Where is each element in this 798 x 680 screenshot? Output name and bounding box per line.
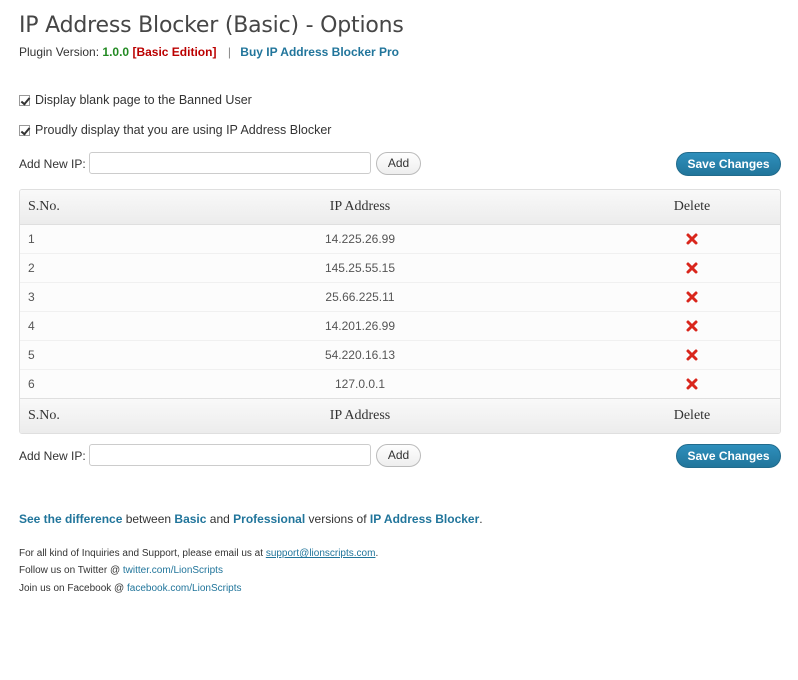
page-title: IP Address Blocker (Basic) - Options: [19, 13, 404, 38]
option-label: Proudly display that you are using IP Ad…: [35, 123, 332, 137]
row-sno: 5: [20, 340, 116, 369]
column-header-sno: S.No.: [20, 190, 116, 225]
compare-versions-line: See the difference between Basic and Pro…: [19, 512, 483, 526]
row-ip: 14.225.26.99: [116, 225, 604, 253]
diff-text: and: [206, 512, 234, 526]
product-name: IP Address Blocker: [369, 512, 480, 526]
row-sno: 3: [20, 282, 116, 311]
row-ip: 127.0.0.1: [116, 369, 604, 398]
see-difference-link[interactable]: See the difference: [19, 512, 122, 526]
column-footer-ip: IP Address: [116, 398, 604, 433]
table-footer-row: S.No. IP Address Delete: [20, 398, 780, 433]
delete-icon[interactable]: [685, 377, 699, 391]
professional-word: Professional: [233, 512, 306, 526]
row-sno: 4: [20, 311, 116, 340]
facebook-text: Join us on Facebook @: [19, 583, 127, 594]
diff-end: .: [479, 512, 483, 526]
diff-text: versions of: [305, 512, 370, 526]
plugin-version-line: Plugin Version: 1.0.0 [Basic Edition] | …: [19, 45, 399, 59]
twitter-text: Follow us on Twitter @: [19, 565, 123, 576]
support-end: .: [375, 548, 379, 559]
delete-cell: [604, 311, 780, 340]
option-proudly-display[interactable]: Proudly display that you are using IP Ad…: [19, 123, 331, 137]
table-row: 4 14.201.26.99: [20, 311, 780, 340]
twitter-link[interactable]: twitter.com/LionScripts: [123, 565, 223, 576]
delete-icon[interactable]: [685, 319, 699, 333]
delete-cell: [604, 253, 780, 282]
delete-icon[interactable]: [685, 290, 699, 304]
row-ip: 25.66.225.11: [116, 282, 604, 311]
facebook-link[interactable]: facebook.com/LionScripts: [127, 583, 242, 594]
column-header-ip: IP Address: [116, 190, 604, 225]
delete-cell: [604, 225, 780, 253]
row-ip: 14.201.26.99: [116, 311, 604, 340]
option-blank-page[interactable]: Display blank page to the Banned User: [19, 93, 252, 107]
row-sno: 1: [20, 225, 116, 253]
table-row: 5 54.220.16.13: [20, 340, 780, 369]
row-sno: 2: [20, 253, 116, 282]
add-ip-input[interactable]: [89, 444, 371, 466]
add-ip-label: Add New IP:: [19, 157, 86, 171]
version-number: 1.0.0: [102, 45, 130, 59]
row-ip: 54.220.16.13: [116, 340, 604, 369]
table-row: 2 145.25.55.15: [20, 253, 780, 282]
blank-page-checkbox[interactable]: [19, 94, 30, 106]
delete-icon[interactable]: [685, 261, 699, 275]
version-label: Plugin Version:: [19, 45, 100, 59]
delete-cell: [604, 340, 780, 369]
support-line: For all kind of Inquiries and Support, p…: [19, 548, 378, 559]
table-row: 6 127.0.0.1: [20, 369, 780, 398]
table-row: 1 14.225.26.99: [20, 225, 780, 253]
diff-text: between: [122, 512, 175, 526]
column-header-delete: Delete: [604, 190, 780, 225]
row-sno: 6: [20, 369, 116, 398]
support-text: For all kind of Inquiries and Support, p…: [19, 548, 266, 559]
support-email-link[interactable]: support@lionscripts.com: [266, 548, 376, 559]
delete-icon[interactable]: [685, 232, 699, 246]
option-label: Display blank page to the Banned User: [35, 93, 252, 107]
column-footer-sno: S.No.: [20, 398, 116, 433]
basic-word: Basic: [174, 512, 207, 526]
buy-pro-link[interactable]: Buy IP Address Blocker Pro: [240, 45, 399, 59]
row-ip: 145.25.55.15: [116, 253, 604, 282]
save-changes-button[interactable]: Save Changes: [676, 444, 781, 468]
table-body: 1 14.225.26.99 2 145.25.55.15 3 25.66.225.11 4…: [20, 225, 780, 398]
save-changes-button[interactable]: Save Changes: [676, 152, 781, 176]
table-row: 3 25.66.225.11: [20, 282, 780, 311]
table-header-row: S.No. IP Address Delete: [20, 190, 780, 225]
add-button[interactable]: Add: [376, 152, 421, 175]
delete-cell: [604, 369, 780, 398]
proudly-display-checkbox[interactable]: [19, 124, 30, 136]
delete-cell: [604, 282, 780, 311]
add-ip-label: Add New IP:: [19, 449, 86, 463]
twitter-line: Follow us on Twitter @ twitter.com/LionS…: [19, 565, 223, 576]
add-ip-row-top: Add New IP: Add Save Changes: [19, 152, 781, 176]
edition-badge: [Basic Edition]: [132, 45, 217, 59]
add-ip-input[interactable]: [89, 152, 371, 174]
column-footer-delete: Delete: [604, 398, 780, 433]
ip-table: S.No. IP Address Delete 1 14.225.26.99 2 14…: [19, 189, 781, 434]
delete-icon[interactable]: [685, 348, 699, 362]
add-ip-row-bottom: Add New IP: Add Save Changes: [19, 444, 781, 468]
add-button[interactable]: Add: [376, 444, 421, 467]
separator: |: [227, 45, 231, 59]
facebook-line: Join us on Facebook @ facebook.com/LionS…: [19, 583, 242, 594]
